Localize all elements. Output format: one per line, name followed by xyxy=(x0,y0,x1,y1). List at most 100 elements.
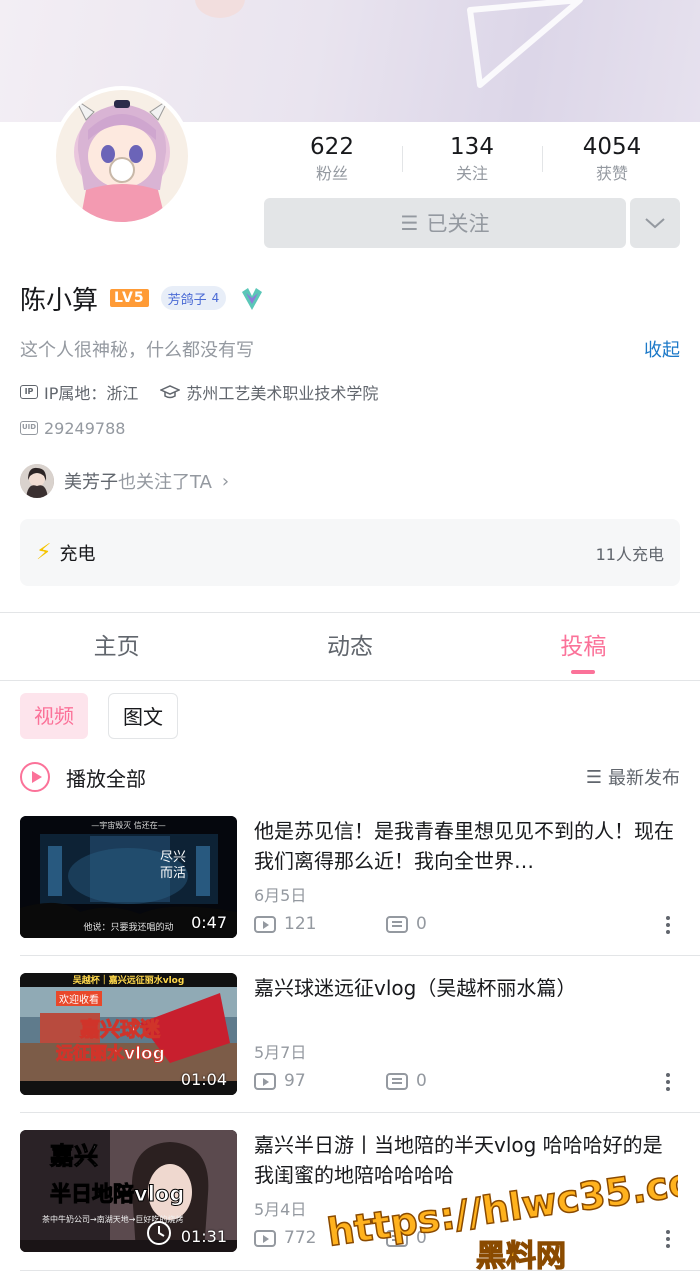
danmaku-count: 0 xyxy=(416,1228,427,1248)
play-all-button[interactable]: 播放全部 xyxy=(20,760,146,794)
danmaku-count: 0 xyxy=(416,1071,427,1091)
video-title[interactable]: 嘉兴球迷远征vlog（吴越杯丽水篇） xyxy=(254,973,674,1003)
play-count-icon xyxy=(254,915,276,933)
school-name: 苏州工艺美术职业技术学院 xyxy=(186,384,379,403)
video-item[interactable]: 吴越杯｜嘉兴远征丽水vlog 欢迎收看 嘉兴球迷 远征丽水vlog 01:04 … xyxy=(20,973,680,1097)
lightning-icon: ⚡ xyxy=(36,540,52,565)
sort-label: 最新发布 xyxy=(608,768,680,789)
danmaku-icon xyxy=(386,1229,408,1247)
thumb-top-text: 吴越杯｜嘉兴远征丽水vlog xyxy=(72,976,185,986)
video-date: 6月5日 xyxy=(254,886,307,905)
ip-location: IP属地：浙江 xyxy=(44,384,139,403)
uid-row[interactable]: UID 29249788 xyxy=(20,416,125,440)
stat-likes[interactable]: 4054 获赞 xyxy=(542,132,682,188)
video-thumbnail[interactable]: 嘉兴 半日地陪vlog 茶中牛奶公司→南湖天地→巨好吃的烧烤 01:31 xyxy=(20,1130,237,1252)
video-divider xyxy=(20,1270,700,1271)
charge-count: 11人充电 xyxy=(595,544,664,564)
sort-lines-icon: ☰ xyxy=(585,766,602,788)
thumb-caption: —宇宙毁灭 信还在— xyxy=(91,821,166,830)
danmaku-count: 0 xyxy=(416,914,427,934)
stat-value: 622 xyxy=(310,134,354,160)
video-item[interactable]: 嘉兴 半日地陪vlog 茶中牛奶公司→南湖天地→巨好吃的烧烤 01:31 嘉兴半… xyxy=(20,1130,680,1254)
mutual-avatar xyxy=(20,464,54,498)
play-count: 97 xyxy=(284,1071,306,1091)
thumb-line2: 远征丽水vlog xyxy=(56,1044,166,1065)
avatar-image xyxy=(56,90,188,222)
filter-image-text[interactable]: 图文 xyxy=(108,693,178,739)
danmaku-icon xyxy=(386,915,408,933)
thumb-line2: 半日地陪vlog xyxy=(49,1182,185,1207)
uid-icon: UID xyxy=(20,421,38,435)
play-count-icon xyxy=(254,1072,276,1090)
stat-label: 粉丝 xyxy=(315,164,348,183)
video-stats: 772 0 xyxy=(254,1228,427,1248)
stat-value: 134 xyxy=(450,134,494,160)
video-divider xyxy=(20,1112,700,1113)
stat-fans[interactable]: 622 粉丝 xyxy=(262,132,402,188)
mutual-text: 也关注了TA xyxy=(118,472,212,493)
content-filters: 视频 图文 xyxy=(20,693,198,739)
video-duration: 01:31 xyxy=(180,1227,227,1246)
chevron-right-icon: › xyxy=(221,470,230,492)
tab-uploads[interactable]: 投稿 xyxy=(467,613,700,680)
decoration-medal-icon[interactable] xyxy=(238,284,266,312)
fan-medal-name: 芳鸽子 xyxy=(167,292,207,308)
video-stats: 121 0 xyxy=(254,914,427,934)
followed-button[interactable]: ☰ 已关注 xyxy=(264,198,626,248)
thumb-line1: 嘉兴 xyxy=(50,1142,99,1171)
video-item[interactable]: —宇宙毁灭 信还在— 尽兴 而活 他说：只要我还唱的动 0:47 他是苏见信！是… xyxy=(20,816,680,940)
user-name: 陈小算 xyxy=(20,285,99,316)
mutual-follow[interactable]: 美芳子 也关注了TA › xyxy=(20,464,229,498)
avatar[interactable] xyxy=(52,86,192,226)
tab-home[interactable]: 主页 xyxy=(0,613,233,680)
stat-label: 获赞 xyxy=(595,164,628,183)
video-thumbnail[interactable]: —宇宙毁灭 信还在— 尽兴 而活 他说：只要我还唱的动 0:47 xyxy=(20,816,237,938)
collapse-link[interactable]: 收起 xyxy=(644,336,680,362)
video-duration: 0:47 xyxy=(191,913,227,932)
more-options-button[interactable] xyxy=(630,198,680,248)
video-divider xyxy=(20,955,700,956)
video-stats: 97 0 xyxy=(254,1071,427,1091)
tab-dynamics[interactable]: 动态 xyxy=(233,613,466,680)
stat-following[interactable]: 134 关注 xyxy=(402,132,542,188)
play-count: 121 xyxy=(284,914,317,934)
ip-icon: IP xyxy=(20,385,38,399)
user-meta: IP IP属地：浙江 苏州工艺美术职业技术学院 xyxy=(20,380,378,404)
more-vertical-icon[interactable] xyxy=(666,916,670,937)
more-vertical-icon[interactable] xyxy=(666,1073,670,1094)
level-badge[interactable]: LV5 xyxy=(110,289,149,307)
fan-medal-level: 4 xyxy=(211,291,220,305)
play-circle-icon xyxy=(20,762,50,792)
video-duration: 01:04 xyxy=(180,1070,227,1089)
banner-triangle xyxy=(467,0,583,88)
fan-medal-badge[interactable]: 芳鸽子 4 xyxy=(160,286,227,310)
danmaku-icon xyxy=(386,1072,408,1090)
menu-lines-icon: ☰ xyxy=(400,211,419,235)
filter-video[interactable]: 视频 xyxy=(20,693,88,739)
school-info[interactable]: 苏州工艺美术职业技术学院 xyxy=(160,380,378,404)
followed-label: 已关注 xyxy=(426,212,490,236)
more-vertical-icon[interactable] xyxy=(666,1230,670,1251)
play-all-label: 播放全部 xyxy=(66,766,146,791)
charge-panel[interactable]: ⚡ 充电 11人充电 xyxy=(20,519,680,586)
chevron-down-icon xyxy=(645,218,665,229)
play-count-icon xyxy=(254,1229,276,1247)
uid-value: 29249788 xyxy=(44,418,126,438)
stat-value: 4054 xyxy=(582,134,642,160)
mutual-name: 美芳子 xyxy=(64,472,118,493)
video-thumbnail[interactable]: 吴越杯｜嘉兴远征丽水vlog 欢迎收看 嘉兴球迷 远征丽水vlog 01:04 xyxy=(20,973,237,1095)
clock-icon xyxy=(147,1221,171,1245)
charge-title: 充电 xyxy=(59,543,96,565)
banner-decoration xyxy=(195,0,245,18)
video-title[interactable]: 他是苏见信！是我青春里想见见不到的人！现在我们离得那么近！我向全世界… xyxy=(254,816,674,876)
video-title[interactable]: 嘉兴半日游丨当地陪的半天vlog 哈哈哈好的是我闺蜜的地陪哈哈哈哈 xyxy=(254,1130,674,1190)
video-date: 5月4日 xyxy=(254,1200,307,1219)
thumb-screen-text: 尽兴 而活 xyxy=(159,850,186,881)
thumb-tag: 欢迎收看 xyxy=(56,991,102,1006)
thumb-line1: 嘉兴球迷 xyxy=(80,1017,161,1042)
user-signature: 这个人很神秘，什么都没有写 xyxy=(20,340,254,361)
video-date: 5月7日 xyxy=(254,1043,307,1062)
stat-label: 关注 xyxy=(455,164,488,183)
profile-tabs: 主页 动态 投稿 xyxy=(0,613,700,681)
sort-button[interactable]: ☰ 最新发布 xyxy=(586,764,680,790)
